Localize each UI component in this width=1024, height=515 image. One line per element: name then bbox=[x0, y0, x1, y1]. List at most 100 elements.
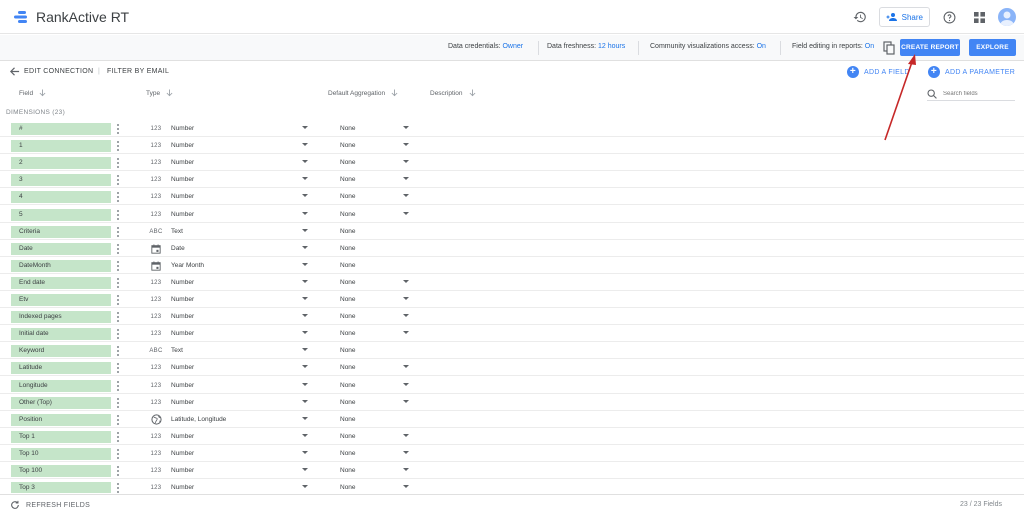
chevron-down-icon[interactable] bbox=[302, 485, 308, 489]
chevron-down-icon[interactable] bbox=[403, 160, 409, 164]
chevron-down-icon[interactable] bbox=[403, 382, 409, 386]
field-name-chip[interactable]: # bbox=[11, 123, 111, 135]
add-parameter-button[interactable]: + ADD A PARAMETER bbox=[928, 66, 1015, 78]
field-type-select[interactable]: Number bbox=[171, 125, 194, 132]
add-field-button[interactable]: + ADD A FIELD bbox=[847, 66, 910, 78]
aggregation-select[interactable]: None bbox=[340, 399, 356, 406]
chevron-down-icon[interactable] bbox=[302, 314, 308, 318]
field-name-chip[interactable]: 2 bbox=[11, 157, 111, 170]
create-report-button[interactable]: CREATE REPORT bbox=[900, 39, 960, 56]
field-type-select[interactable]: Number bbox=[171, 399, 194, 406]
field-name-chip[interactable]: Keyword bbox=[11, 345, 111, 358]
aggregation-select[interactable]: None bbox=[340, 142, 356, 149]
more-options-icon[interactable] bbox=[116, 431, 120, 443]
copy-icon[interactable] bbox=[883, 41, 895, 55]
freshness-value[interactable]: 12 hours bbox=[598, 43, 625, 50]
field-type-select[interactable]: Year Month bbox=[171, 262, 204, 269]
chevron-down-icon[interactable] bbox=[302, 160, 308, 164]
more-options-icon[interactable] bbox=[116, 157, 120, 169]
field-type-select[interactable]: Number bbox=[171, 313, 194, 320]
chevron-down-icon[interactable] bbox=[302, 399, 308, 403]
chevron-down-icon[interactable] bbox=[403, 365, 409, 369]
community-value[interactable]: On bbox=[757, 43, 766, 50]
chevron-down-icon[interactable] bbox=[403, 314, 409, 318]
column-header-description[interactable]: Description bbox=[430, 89, 476, 97]
history-icon[interactable] bbox=[849, 6, 871, 28]
community-visualizations-access[interactable]: Community visualizations access: On bbox=[650, 43, 766, 50]
more-options-icon[interactable] bbox=[116, 226, 120, 238]
field-type-select[interactable]: Number bbox=[171, 142, 194, 149]
chevron-down-icon[interactable] bbox=[403, 126, 409, 129]
field-name-chip[interactable]: Latitude bbox=[11, 362, 111, 375]
field-type-select[interactable]: Text bbox=[171, 228, 183, 235]
more-options-icon[interactable] bbox=[116, 397, 120, 409]
aggregation-select[interactable]: None bbox=[340, 125, 356, 132]
field-type-select[interactable]: Date bbox=[171, 245, 185, 252]
chevron-down-icon[interactable] bbox=[302, 331, 308, 335]
back-arrow-icon[interactable] bbox=[9, 66, 20, 77]
more-options-icon[interactable] bbox=[116, 414, 120, 426]
chevron-down-icon[interactable] bbox=[302, 194, 308, 198]
field-type-select[interactable]: Number bbox=[171, 193, 194, 200]
share-button[interactable]: Share bbox=[878, 7, 930, 27]
apps-grid-icon[interactable] bbox=[968, 6, 990, 28]
avatar[interactable] bbox=[998, 8, 1016, 26]
column-header-default-aggregation[interactable]: Default Aggregation bbox=[328, 89, 398, 97]
field-type-select[interactable]: Number bbox=[171, 211, 194, 218]
search-fields-input[interactable] bbox=[943, 90, 1007, 97]
more-options-icon[interactable] bbox=[116, 362, 120, 374]
data-freshness[interactable]: Data freshness: 12 hours bbox=[547, 43, 625, 50]
column-header-type[interactable]: Type bbox=[146, 89, 173, 97]
chevron-down-icon[interactable] bbox=[403, 450, 409, 454]
chevron-down-icon[interactable] bbox=[302, 279, 308, 283]
field-type-select[interactable]: Number bbox=[171, 330, 194, 337]
chevron-down-icon[interactable] bbox=[302, 348, 308, 352]
chevron-down-icon[interactable] bbox=[302, 228, 308, 232]
chevron-down-icon[interactable] bbox=[302, 245, 308, 249]
aggregation-select[interactable]: None bbox=[340, 382, 356, 389]
more-options-icon[interactable] bbox=[116, 260, 120, 272]
chevron-down-icon[interactable] bbox=[302, 416, 308, 420]
chevron-down-icon[interactable] bbox=[302, 382, 308, 386]
aggregation-select[interactable]: None bbox=[340, 364, 356, 371]
chevron-down-icon[interactable] bbox=[302, 365, 308, 369]
aggregation-select[interactable]: None bbox=[340, 159, 356, 166]
chevron-down-icon[interactable] bbox=[302, 126, 308, 129]
filter-by-email-link[interactable]: FILTER BY EMAIL bbox=[107, 68, 169, 75]
aggregation-select[interactable]: None bbox=[340, 211, 356, 218]
more-options-icon[interactable] bbox=[116, 243, 120, 255]
field-name-chip[interactable]: Criteria bbox=[11, 225, 111, 238]
field-name-chip[interactable]: DateMonth bbox=[11, 259, 111, 272]
explore-button[interactable]: EXPLORE bbox=[969, 39, 1016, 56]
chevron-down-icon[interactable] bbox=[302, 211, 308, 215]
field-name-chip[interactable]: 5 bbox=[11, 208, 111, 221]
field-name-chip[interactable]: Top 3 bbox=[11, 482, 111, 493]
chevron-down-icon[interactable] bbox=[302, 177, 308, 181]
field-name-chip[interactable]: Position bbox=[11, 413, 111, 426]
chevron-down-icon[interactable] bbox=[403, 143, 409, 147]
field-name-chip[interactable]: Top 10 bbox=[11, 447, 111, 460]
chevron-down-icon[interactable] bbox=[302, 262, 308, 266]
chevron-down-icon[interactable] bbox=[403, 468, 409, 471]
field-name-chip[interactable]: Date bbox=[11, 242, 111, 255]
more-options-icon[interactable] bbox=[116, 209, 120, 221]
chevron-down-icon[interactable] bbox=[302, 297, 308, 300]
chevron-down-icon[interactable] bbox=[302, 450, 308, 454]
chevron-down-icon[interactable] bbox=[302, 143, 308, 147]
field-name-chip[interactable]: Indexed pages bbox=[11, 311, 111, 324]
field-name-chip[interactable]: 3 bbox=[11, 174, 111, 187]
credentials-value[interactable]: Owner bbox=[502, 43, 523, 50]
field-name-chip[interactable]: Top 1 bbox=[11, 430, 111, 443]
field-name-chip[interactable]: End date bbox=[11, 276, 111, 289]
field-type-select[interactable]: Number bbox=[171, 433, 194, 440]
chevron-down-icon[interactable] bbox=[403, 485, 409, 489]
field-type-select[interactable]: Number bbox=[171, 467, 194, 474]
edit-connection-link[interactable]: EDIT CONNECTION bbox=[24, 68, 93, 75]
chevron-down-icon[interactable] bbox=[302, 468, 308, 471]
more-options-icon[interactable] bbox=[116, 311, 120, 323]
field-type-select[interactable]: Number bbox=[171, 296, 194, 303]
chevron-down-icon[interactable] bbox=[403, 331, 409, 335]
field-name-chip[interactable]: Etv bbox=[11, 294, 111, 306]
chevron-down-icon[interactable] bbox=[403, 211, 409, 215]
more-options-icon[interactable] bbox=[116, 328, 120, 340]
